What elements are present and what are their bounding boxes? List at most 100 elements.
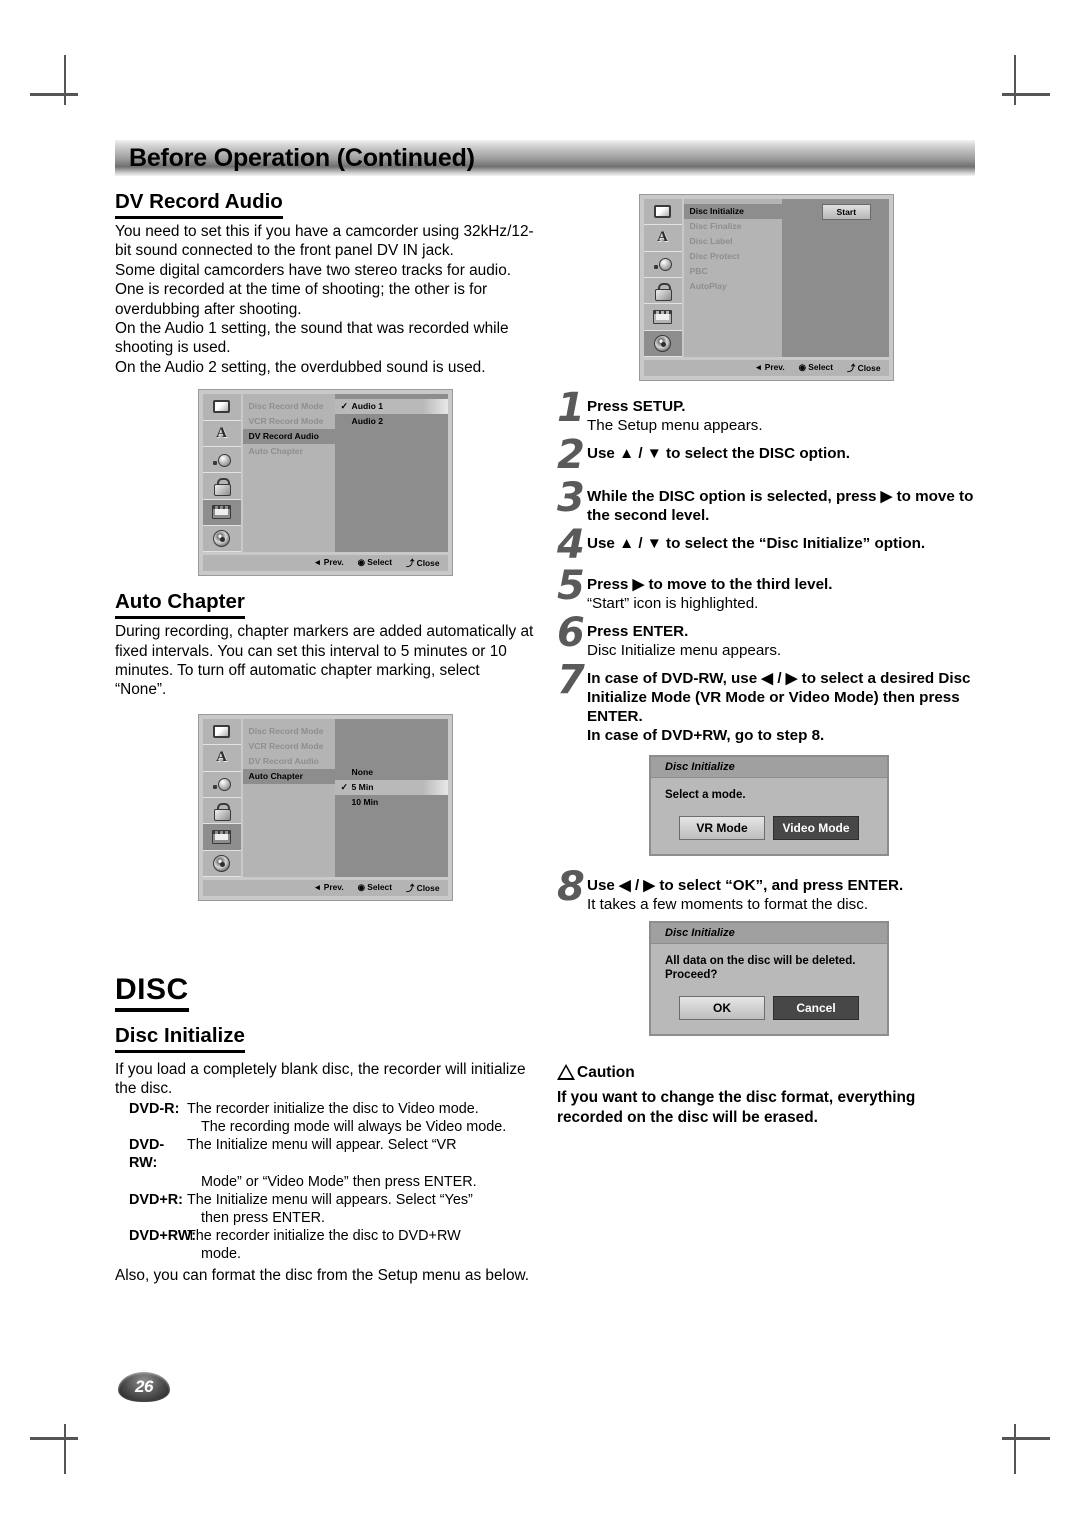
osd-footer: ◄ Prev. ◉ Select ⤴ Close <box>643 360 889 376</box>
crop-mark-bottom-left-horizontal <box>30 1437 78 1440</box>
osd-menu-item-selected[interactable]: Auto Chapter <box>242 768 335 784</box>
page-content: Before Operation (Continued) DV Record A… <box>115 140 975 1285</box>
lock-icon[interactable] <box>202 473 241 500</box>
step-text-bold: Use ◀ / ▶ to select “OK”, and press ENTE… <box>587 877 904 895</box>
step-text-bold: In case of DVD-RW, use ◀ / ▶ to select a… <box>587 670 971 745</box>
caution-block: ! Caution If you want to change the disc… <box>557 1064 975 1127</box>
osd-footer-select[interactable]: ◉ Select <box>358 882 392 894</box>
audio-icon[interactable] <box>202 447 241 474</box>
disc-heading: DISC <box>115 973 189 1012</box>
disc-format-desc-cont: Mode” or “Video Mode” then press ENTER. <box>201 1173 477 1190</box>
osd-menu-item[interactable]: VCR Record Mode <box>243 739 335 754</box>
vr-mode-button[interactable]: VR Mode <box>679 816 765 841</box>
osd-auto-chapter: A Disc Record Mode VCR Record Mode DV Re… <box>197 713 453 901</box>
disc-icon[interactable] <box>202 851 241 877</box>
disc-icon[interactable] <box>643 330 682 357</box>
language-icon[interactable]: A <box>202 745 241 772</box>
dialog-title: Disc Initialize <box>651 757 887 779</box>
step-item: 8 Use ◀ / ▶ to select “OK”, and press EN… <box>557 867 975 914</box>
osd-footer: ◄ Prev. ◉ Select ⤴ Close <box>202 879 448 896</box>
osd-footer-select[interactable]: ◉ Select <box>799 362 833 374</box>
lock-icon[interactable] <box>202 798 241 825</box>
step-item: 7 In case of DVD-RW, use ◀ / ▶ to select… <box>557 660 975 745</box>
osd-menu-list: Disc Record Mode VCR Record Mode DV Reco… <box>242 718 335 877</box>
video-mode-button[interactable]: Video Mode <box>773 816 859 841</box>
tv-icon[interactable] <box>202 719 241 746</box>
osd-footer-close[interactable]: ⤴ Close <box>406 882 440 894</box>
osd-option-none[interactable]: None <box>335 765 448 780</box>
disc-format-term: DVD-RW: <box>129 1137 165 1172</box>
cancel-button[interactable]: Cancel <box>773 996 859 1021</box>
osd-menu-item-selected[interactable]: DV Record Audio <box>242 429 335 445</box>
step-number: 6 <box>557 610 585 657</box>
film-icon[interactable] <box>643 304 682 331</box>
step-text-bold: Press ▶ to move to the third level. <box>587 576 833 594</box>
osd-sidebar: A <box>202 718 243 877</box>
osd-footer-prev[interactable]: ◄ Prev. <box>313 882 343 894</box>
disc-format-desc-cont: mode. <box>201 1246 241 1263</box>
osd-menu-item[interactable]: DV Record Audio <box>243 754 335 769</box>
osd-footer-close[interactable]: ⤴ Close <box>847 362 881 374</box>
osd-dv-record-audio: A Disc Record Mode VCR Record Mode DV Re… <box>197 389 453 577</box>
audio-icon[interactable] <box>202 772 241 798</box>
step-text-plain: It takes a few moments to format the dis… <box>587 896 869 914</box>
check-icon: ✓ <box>340 401 349 412</box>
step-text-plain: The Setup menu appears. <box>587 417 763 434</box>
osd-footer-prev[interactable]: ◄ Prev. <box>313 557 343 569</box>
osd-disc-initialize: A Disc Initialize Disc Finalize Disc Lab… <box>638 194 894 381</box>
step-text-bold: Use ▲ / ▼ to select the “Disc Initialize… <box>587 535 926 553</box>
tv-icon[interactable] <box>202 394 241 421</box>
left-column: DV Record Audio You need to set this if … <box>115 190 535 1285</box>
osd-footer-close[interactable]: ⤴ Close <box>406 557 440 569</box>
osd-menu-item[interactable]: PBC <box>684 264 782 279</box>
osd-menu-item[interactable]: AutoPlay <box>684 279 782 294</box>
osd-option-10-min[interactable]: 10 Min <box>335 795 448 810</box>
osd-option-list: Start <box>781 199 889 357</box>
osd-option-5-min[interactable]: ✓ 5 Min <box>334 779 448 795</box>
osd-menu-item[interactable]: Disc Record Mode <box>243 724 335 739</box>
dialog-select-mode: Disc Initialize Select a mode. VR Mode V… <box>649 755 889 857</box>
osd-footer-select[interactable]: ◉ Select <box>358 557 392 569</box>
osd-menu-item-selected[interactable]: Disc Initialize <box>683 204 782 219</box>
osd-menu-item[interactable]: Disc Record Mode <box>243 399 335 414</box>
osd-option-audio-1[interactable]: ✓ Audio 1 <box>334 399 448 415</box>
list-item: DVD-RW: The Initialize menu will appear.… <box>115 1136 535 1172</box>
warning-triangle-icon: ! <box>557 1064 575 1081</box>
osd-menu-item[interactable]: Disc Protect <box>684 249 782 264</box>
osd-sidebar: A <box>643 199 684 357</box>
film-icon[interactable] <box>202 824 241 851</box>
crop-mark-top-right-horizontal <box>1002 93 1050 96</box>
lock-icon[interactable] <box>643 278 682 305</box>
tv-icon[interactable] <box>643 199 682 226</box>
osd-menu-item[interactable]: Disc Finalize <box>684 219 782 234</box>
disc-initialize-heading: Disc Initialize <box>115 1024 245 1053</box>
list-item: DVD-R: The recorder initialize the disc … <box>115 1100 535 1118</box>
disc-format-desc: The Initialize menu will appears. Select… <box>187 1191 473 1208</box>
osd-footer-prev[interactable]: ◄ Prev. <box>754 362 784 374</box>
check-icon: ✓ <box>340 781 349 792</box>
osd-sidebar: A <box>202 394 243 553</box>
disc-initialize-intro: If you load a completely blank disc, the… <box>115 1060 526 1098</box>
steps-list-continued: 8 Use ◀ / ▶ to select “OK”, and press EN… <box>557 867 975 914</box>
step-item: 3 While the DISC option is selected, pre… <box>557 478 975 525</box>
ok-button[interactable]: OK <box>679 996 765 1021</box>
dialog-message: Select a mode. <box>665 789 746 802</box>
step-item: 1 Press SETUP. The Setup menu appears. <box>557 388 975 435</box>
film-icon[interactable] <box>202 499 241 526</box>
dv-record-audio-section: DV Record Audio You need to set this if … <box>115 190 535 377</box>
list-item: DVD+RW: The recorder initialize the disc… <box>115 1227 535 1245</box>
step-text-plain: “Start” icon is highlighted. <box>587 595 759 613</box>
osd-option-audio-2[interactable]: Audio 2 <box>335 414 448 429</box>
osd-menu-item[interactable]: Auto Chapter <box>243 444 335 459</box>
audio-icon[interactable] <box>643 252 682 278</box>
osd-menu-item[interactable]: VCR Record Mode <box>243 414 335 429</box>
osd-menu-item[interactable]: Disc Label <box>684 234 782 249</box>
dialog-confirm: Disc Initialize All data on the disc wil… <box>649 921 889 1037</box>
language-icon[interactable]: A <box>643 225 682 252</box>
disc-format-term: DVD+RW: <box>129 1228 197 1245</box>
language-icon[interactable]: A <box>202 421 241 447</box>
steps-list: 1 Press SETUP. The Setup menu appears. 2… <box>557 388 975 745</box>
disc-icon[interactable] <box>202 526 241 553</box>
start-button[interactable]: Start <box>821 204 872 220</box>
osd-option-list: None ✓ 5 Min 10 Min <box>334 718 448 877</box>
